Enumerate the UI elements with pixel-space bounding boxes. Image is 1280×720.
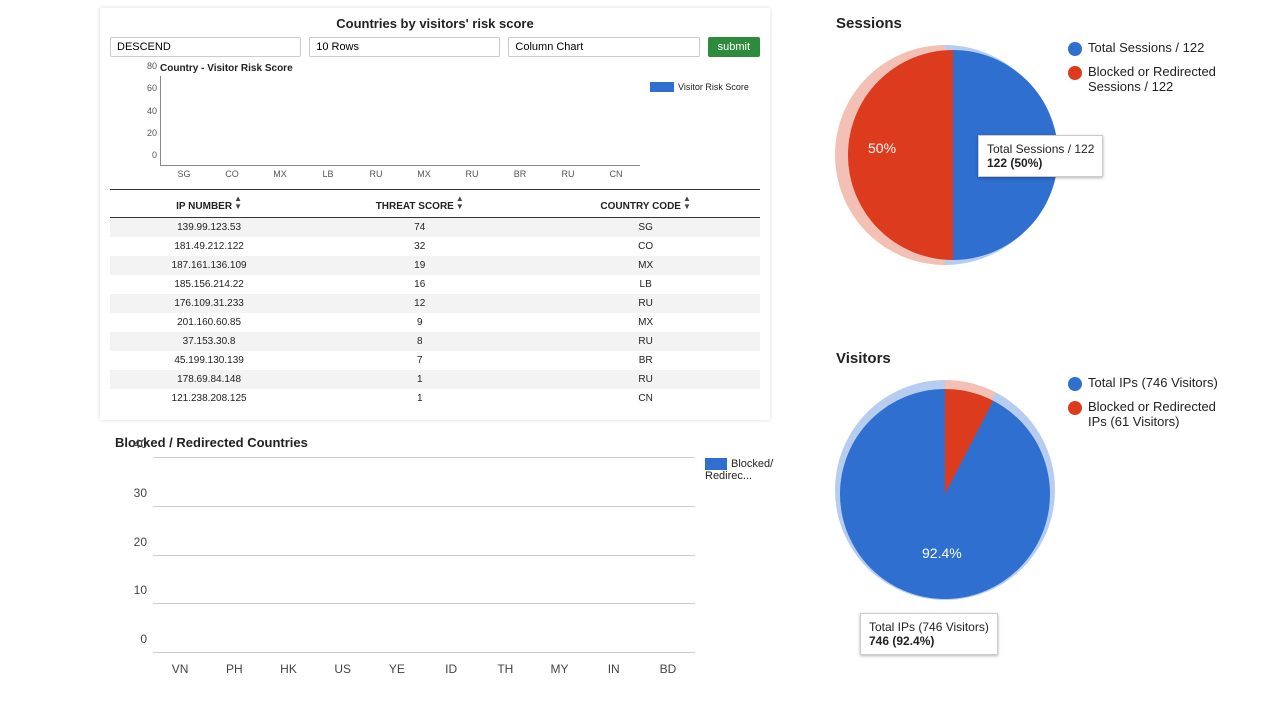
- blocked-countries-panel: Blocked / Redirected Countries 010203040…: [115, 435, 785, 678]
- legend-label: Total IPs (746 Visitors): [1088, 375, 1218, 390]
- table-row[interactable]: 181.49.212.12232CO: [110, 237, 760, 256]
- legend-label: Total Sessions / 122: [1088, 40, 1204, 55]
- mini-chart-title: Country - Visitor Risk Score: [160, 63, 760, 74]
- blocked-bar-chart: 010203040 VNPHHKUSYEIDTHMYINBD Blocked/ …: [115, 458, 785, 678]
- tooltip-line1: Total Sessions / 122: [987, 142, 1094, 156]
- x-tick: RU: [544, 169, 592, 181]
- x-tick: RU: [448, 169, 496, 181]
- sort-select[interactable]: [110, 37, 301, 57]
- legend-item[interactable]: Total Sessions / 122: [1068, 40, 1228, 56]
- visitors-legend: Total IPs (746 Visitors) Blocked or Redir…: [1068, 375, 1228, 437]
- risk-chart-legend: Visitor Risk Score: [650, 82, 760, 92]
- legend-dot-icon: [1068, 377, 1082, 391]
- table-row[interactable]: 201.160.60.859MX: [110, 313, 760, 332]
- x-tick: IN: [587, 658, 641, 678]
- x-tick: CN: [592, 169, 640, 181]
- visitors-title: Visitors: [836, 350, 1250, 367]
- legend-dot-icon: [1068, 42, 1082, 56]
- x-tick: BR: [496, 169, 544, 181]
- x-tick: MY: [532, 658, 586, 678]
- x-tick: VN: [153, 658, 207, 678]
- risk-score-panel: Countries by visitors' risk score submit…: [100, 8, 770, 420]
- x-tick: MX: [256, 169, 304, 181]
- sessions-pie-chart: 50% Total Sessions / 122 122 (50%): [830, 40, 1060, 270]
- blocked-legend: Blocked/ Redirec...: [705, 458, 785, 482]
- sessions-tooltip: Total Sessions / 122 122 (50%): [978, 135, 1103, 177]
- sort-icon: ▲▼: [683, 195, 691, 211]
- legend-label: Visitor Risk Score: [678, 82, 749, 92]
- chart-type-select[interactable]: [508, 37, 699, 57]
- risk-table: IP NUMBER▲▼ THREAT SCORE▲▼ COUNTRY CODE▲…: [110, 189, 760, 408]
- table-row[interactable]: 45.199.130.1397BR: [110, 351, 760, 370]
- x-tick: LB: [304, 169, 352, 181]
- sort-icon: ▲▼: [234, 195, 242, 211]
- x-tick: US: [316, 658, 370, 678]
- risk-bar-chart: 020406080 SGCOMXLBRUMXRUBRRUCN Visitor R…: [110, 76, 760, 181]
- visitors-tooltip: Total IPs (746 Visitors) 746 (92.4%): [860, 613, 998, 655]
- table-row[interactable]: 139.99.123.5374SG: [110, 218, 760, 238]
- tooltip-line2: 746 (92.4%): [869, 634, 989, 648]
- legend-dot-icon: [1068, 66, 1082, 80]
- submit-button[interactable]: submit: [708, 37, 760, 57]
- table-row[interactable]: 176.109.31.23312RU: [110, 294, 760, 313]
- table-row[interactable]: 185.156.214.2216LB: [110, 275, 760, 294]
- x-tick: RU: [352, 169, 400, 181]
- x-tick: TH: [478, 658, 532, 678]
- col-cc[interactable]: COUNTRY CODE▲▼: [531, 190, 760, 218]
- x-tick: HK: [261, 658, 315, 678]
- x-tick: BD: [641, 658, 695, 678]
- table-row[interactable]: 121.238.208.1251CN: [110, 389, 760, 408]
- legend-label: Blocked or Redirected IPs (61 Visitors): [1088, 399, 1228, 429]
- legend-item[interactable]: Total IPs (746 Visitors): [1068, 375, 1228, 391]
- tooltip-line2: 122 (50%): [987, 156, 1094, 170]
- rows-select[interactable]: [309, 37, 500, 57]
- table-row[interactable]: 37.153.30.88RU: [110, 332, 760, 351]
- x-tick: CO: [208, 169, 256, 181]
- sessions-section: Sessions 50% Total Sessions / 122 122 (5…: [830, 15, 1250, 270]
- sessions-title: Sessions: [836, 15, 1250, 32]
- risk-panel-title: Countries by visitors' risk score: [110, 16, 760, 31]
- x-tick: MX: [400, 169, 448, 181]
- x-tick: SG: [160, 169, 208, 181]
- col-score[interactable]: THREAT SCORE▲▼: [308, 190, 531, 218]
- x-tick: YE: [370, 658, 424, 678]
- visitors-pie-chart: 92.4% Total IPs (746 Visitors) 746 (92.4…: [830, 375, 1060, 605]
- slice-50-label: 50%: [868, 140, 896, 156]
- sort-icon: ▲▼: [456, 195, 464, 211]
- table-row[interactable]: 187.161.136.10919MX: [110, 256, 760, 275]
- visitors-section: Visitors 92.4% Total IPs (746 Visitors) …: [830, 350, 1250, 605]
- sessions-legend: Total Sessions / 122 Blocked or Redirecte…: [1068, 40, 1228, 102]
- blocked-title: Blocked / Redirected Countries: [115, 435, 785, 450]
- col-ip[interactable]: IP NUMBER▲▼: [110, 190, 308, 218]
- legend-label: Blocked or Redirected Sessions / 122: [1088, 64, 1228, 94]
- tooltip-line1: Total IPs (746 Visitors): [869, 620, 989, 634]
- legend-item[interactable]: Blocked or Redirected IPs (61 Visitors): [1068, 399, 1228, 429]
- legend-item[interactable]: Blocked or Redirected Sessions / 122: [1068, 64, 1228, 94]
- x-tick: PH: [207, 658, 261, 678]
- legend-dot-icon: [1068, 401, 1082, 415]
- table-row[interactable]: 178.69.84.1481RU: [110, 370, 760, 389]
- x-tick: ID: [424, 658, 478, 678]
- slice-92-label: 92.4%: [922, 545, 962, 561]
- risk-controls: submit: [110, 37, 760, 57]
